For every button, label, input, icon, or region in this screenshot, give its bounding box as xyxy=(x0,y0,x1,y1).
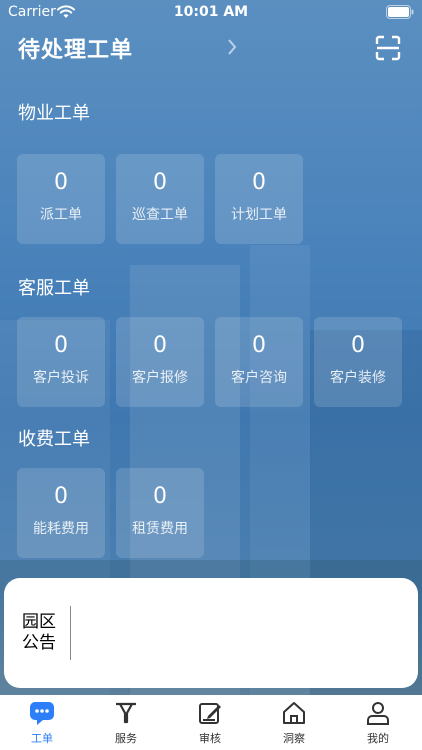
person-icon xyxy=(367,702,389,725)
page-title[interactable]: 待处理工单 xyxy=(18,32,133,64)
tile-customer-decoration[interactable]: 0 客户装修 xyxy=(314,317,402,407)
tile-label: 客户咨询 xyxy=(231,370,287,386)
tile-count: 0 xyxy=(153,333,167,358)
tile-lease-fee[interactable]: 0 租赁费用 xyxy=(116,468,204,558)
tab-label: 服务 xyxy=(115,732,137,745)
tab-work-order[interactable]: 工单 xyxy=(0,699,84,749)
battery-icon xyxy=(386,5,414,19)
tab-label: 我的 xyxy=(367,732,389,745)
tab-label: 工单 xyxy=(31,732,53,745)
notice-label: 园区公告 xyxy=(22,612,56,653)
tile-plan-order[interactable]: 0 计划工单 xyxy=(215,154,303,244)
home-icon xyxy=(283,702,305,724)
tab-insight[interactable]: 洞察 xyxy=(252,699,336,749)
tile-patrol-order[interactable]: 0 巡查工单 xyxy=(116,154,204,244)
park-notice-card[interactable]: 园区公告 xyxy=(4,578,418,688)
header: 待处理工单 xyxy=(18,32,408,64)
tile-count: 0 xyxy=(153,484,167,509)
tile-label: 计划工单 xyxy=(231,207,287,223)
tab-review[interactable]: 审核 xyxy=(168,699,252,749)
tile-label: 客户投诉 xyxy=(33,370,89,386)
tab-bar: 工单 服务 审核 洞察 我的 xyxy=(0,695,422,750)
tile-energy-fee[interactable]: 0 能耗费用 xyxy=(17,468,105,558)
section-title-property: 物业工单 xyxy=(18,103,90,124)
tab-service[interactable]: 服务 xyxy=(84,699,168,749)
tab-label: 审核 xyxy=(199,732,221,745)
tile-count: 0 xyxy=(351,333,365,358)
tab-mine[interactable]: 我的 xyxy=(336,699,420,749)
tile-count: 0 xyxy=(54,333,68,358)
tile-count: 0 xyxy=(54,170,68,195)
tile-customer-complaint[interactable]: 0 客户投诉 xyxy=(17,317,105,407)
scan-icon[interactable] xyxy=(375,35,401,61)
tile-label: 派工单 xyxy=(40,207,82,223)
tile-label: 客户装修 xyxy=(330,370,386,386)
tile-count: 0 xyxy=(252,333,266,358)
status-bar: Carrier 10:01 AM xyxy=(0,0,422,26)
divider xyxy=(70,606,71,660)
tile-count: 0 xyxy=(153,170,167,195)
tile-label: 能耗费用 xyxy=(33,521,89,537)
tab-label: 洞察 xyxy=(283,732,305,745)
chevron-right-icon[interactable] xyxy=(225,38,239,56)
tile-count: 0 xyxy=(252,170,266,195)
tile-count: 0 xyxy=(54,484,68,509)
tile-dispatch-order[interactable]: 0 派工单 xyxy=(17,154,105,244)
section-title-billing: 收费工单 xyxy=(18,429,90,450)
tile-customer-inquiry[interactable]: 0 客户咨询 xyxy=(215,317,303,407)
tile-customer-repair[interactable]: 0 客户报修 xyxy=(116,317,204,407)
section-title-customer-service: 客服工单 xyxy=(18,278,90,299)
clock: 10:01 AM xyxy=(173,4,249,20)
tile-label: 巡查工单 xyxy=(132,207,188,223)
tile-label: 租赁费用 xyxy=(132,521,188,537)
tile-label: 客户报修 xyxy=(132,370,188,386)
edit-doc-icon xyxy=(199,703,221,724)
chat-bubble-icon xyxy=(30,702,54,725)
filter-icon xyxy=(116,702,136,724)
